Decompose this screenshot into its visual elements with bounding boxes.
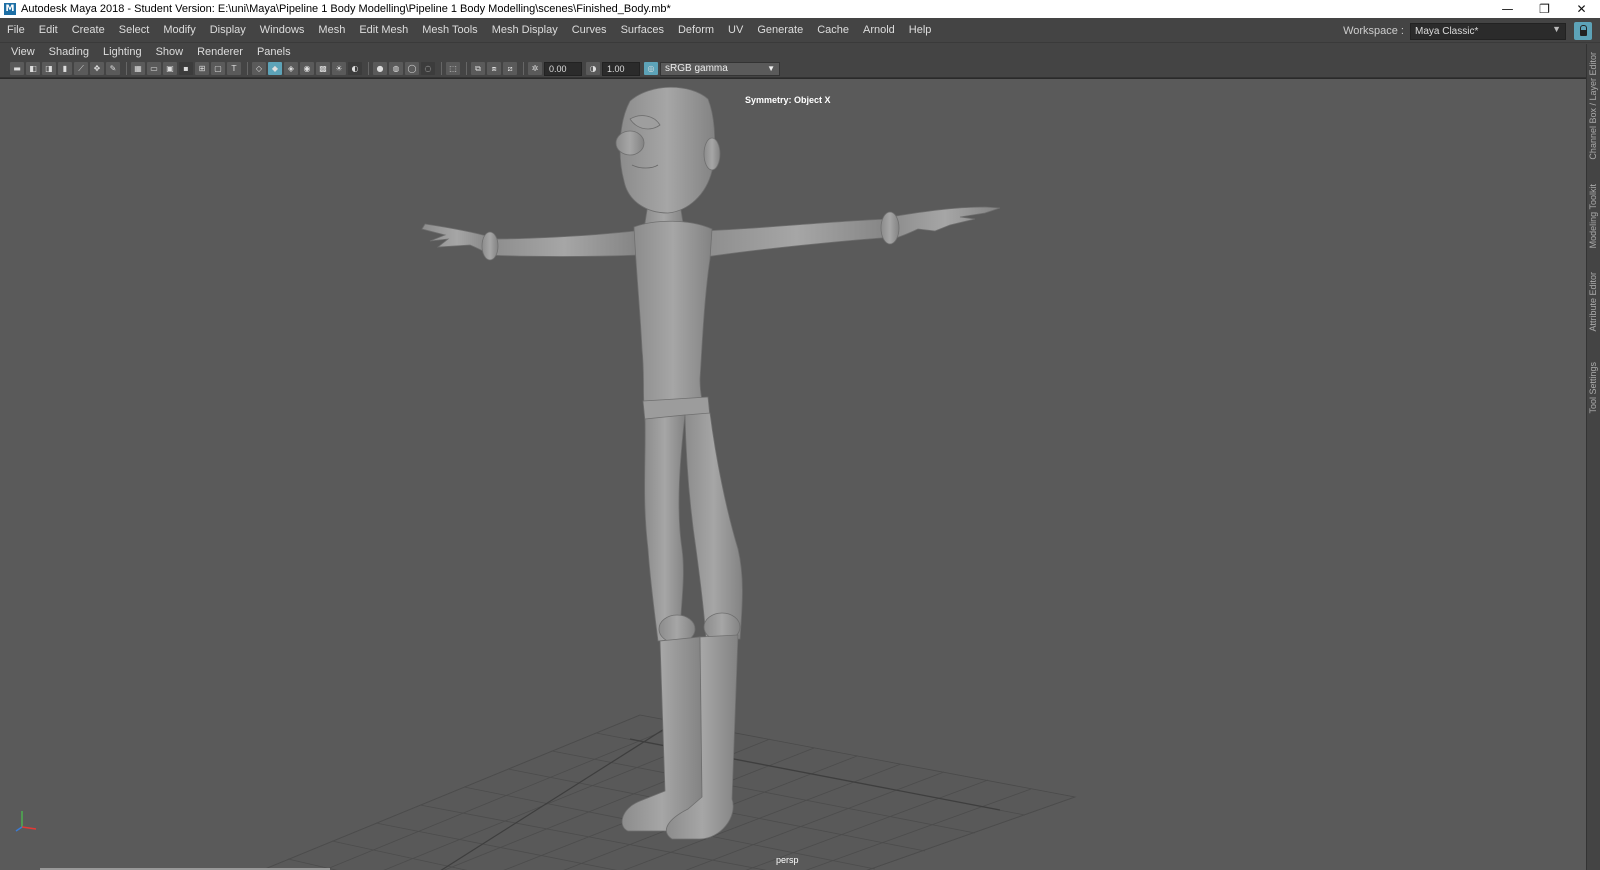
menu-windows[interactable]: Windows bbox=[253, 21, 312, 39]
workspace-dropdown[interactable]: Maya Classic* ▼ bbox=[1410, 22, 1566, 40]
minimize-button[interactable]: — bbox=[1489, 0, 1526, 18]
restore-button[interactable]: ❐ bbox=[1526, 0, 1563, 18]
chevron-down-icon: ▼ bbox=[1552, 23, 1561, 34]
panel-menu-renderer[interactable]: Renderer bbox=[190, 46, 250, 58]
gamma-field[interactable]: 1.00 bbox=[602, 61, 640, 76]
menu-arnold[interactable]: Arnold bbox=[856, 21, 902, 39]
panel-menu-lighting[interactable]: Lighting bbox=[96, 46, 149, 58]
menu-generate[interactable]: Generate bbox=[750, 21, 810, 39]
2d-pan-zoom-icon[interactable]: ✥ bbox=[90, 62, 104, 75]
tab-attribute-editor[interactable]: Attribute Editor bbox=[1588, 272, 1598, 332]
menu-file[interactable]: File bbox=[0, 21, 32, 39]
menu-create[interactable]: Create bbox=[65, 21, 112, 39]
panel-menu-view[interactable]: View bbox=[0, 46, 42, 58]
xray-active-icon[interactable]: ⧈ bbox=[487, 62, 501, 75]
menu-display[interactable]: Display bbox=[203, 21, 253, 39]
isolate-select-icon[interactable]: ⬚ bbox=[446, 62, 460, 75]
smooth-shade-icon[interactable]: ◆ bbox=[268, 62, 282, 75]
toolbar-divider bbox=[441, 62, 442, 75]
menu-select[interactable]: Select bbox=[112, 21, 157, 39]
menu-mesh-tools[interactable]: Mesh Tools bbox=[415, 21, 484, 39]
safe-title-icon[interactable]: T bbox=[227, 62, 241, 75]
view-axis-icon bbox=[15, 811, 37, 832]
toolbar-divider bbox=[126, 62, 127, 75]
shadows-icon[interactable]: ◐ bbox=[348, 62, 362, 75]
workspace-selector: Workspace : Maya Classic* ▼ bbox=[1343, 22, 1566, 40]
toolbar-divider bbox=[368, 62, 369, 75]
resolution-gate-icon[interactable]: ▣ bbox=[163, 62, 177, 75]
character-mesh bbox=[421, 86, 1001, 840]
anti-aliasing-icon[interactable]: ◯ bbox=[405, 62, 419, 75]
menu-modify[interactable]: Modify bbox=[156, 21, 202, 39]
view-transform-dropdown[interactable]: sRGB gamma ▼ bbox=[660, 61, 780, 76]
field-chart-icon[interactable]: ⊞ bbox=[195, 62, 209, 75]
select-camera-icon[interactable]: ▬ bbox=[10, 62, 24, 75]
wireframe-on-shaded-icon[interactable]: ◈ bbox=[284, 62, 298, 75]
camera-attributes-icon[interactable]: ◧ bbox=[26, 62, 40, 75]
menu-uv[interactable]: UV bbox=[721, 21, 750, 39]
panel-menu-panels[interactable]: Panels bbox=[250, 46, 298, 58]
screen-space-ao-icon[interactable]: ● bbox=[373, 62, 387, 75]
window-titlebar: M Autodesk Maya 2018 - Student Version: … bbox=[0, 0, 1600, 18]
toolbar-divider bbox=[466, 62, 467, 75]
menu-edit[interactable]: Edit bbox=[32, 21, 65, 39]
close-button[interactable]: ✕ bbox=[1563, 0, 1600, 18]
menu-curves[interactable]: Curves bbox=[565, 21, 614, 39]
backface-culling-icon[interactable]: ⧄ bbox=[503, 62, 517, 75]
grid-icon[interactable]: ▦ bbox=[131, 62, 145, 75]
toolbar-divider bbox=[247, 62, 248, 75]
lights-icon[interactable]: ☀ bbox=[332, 62, 346, 75]
tab-modeling-toolkit[interactable]: Modeling Toolkit bbox=[1588, 184, 1598, 248]
safe-action-icon[interactable]: ▢ bbox=[211, 62, 225, 75]
chevron-down-icon: ▼ bbox=[767, 64, 775, 73]
menu-help[interactable]: Help bbox=[902, 21, 939, 39]
grease-pencil-icon[interactable]: ✎ bbox=[106, 62, 120, 75]
workspace-label: Workspace : bbox=[1343, 25, 1404, 37]
motion-blur-icon[interactable]: ◍ bbox=[389, 62, 403, 75]
maya-logo-icon: M bbox=[4, 3, 16, 15]
wireframe-icon[interactable]: ◇ bbox=[252, 62, 266, 75]
panel-menu-shading[interactable]: Shading bbox=[42, 46, 96, 58]
gate-mask-icon[interactable]: ▪ bbox=[179, 62, 193, 75]
textured-icon[interactable]: ◉ bbox=[300, 62, 314, 75]
exposure-field[interactable]: 0.00 bbox=[544, 61, 582, 76]
panel-menu-show[interactable]: Show bbox=[149, 46, 191, 58]
camera-name-label: persp bbox=[776, 855, 799, 865]
bookmarks-icon[interactable]: ◨ bbox=[42, 62, 56, 75]
bookmark-icon[interactable]: ▮ bbox=[58, 62, 72, 75]
x-ray-icon[interactable]: ▩ bbox=[316, 62, 330, 75]
perspective-viewport[interactable]: Symmetry: Object X persp bbox=[0, 78, 1586, 870]
window-title: Autodesk Maya 2018 - Student Version: E:… bbox=[21, 3, 671, 15]
gamma-icon[interactable]: ◑ bbox=[586, 62, 600, 75]
lock-icon[interactable] bbox=[1574, 22, 1592, 40]
menu-surfaces[interactable]: Surfaces bbox=[614, 21, 671, 39]
toolbar-divider bbox=[523, 62, 524, 75]
symmetry-status: Symmetry: Object X bbox=[745, 95, 831, 105]
menu-deform[interactable]: Deform bbox=[671, 21, 721, 39]
menu-mesh-display[interactable]: Mesh Display bbox=[485, 21, 565, 39]
window-controls: — ❐ ✕ bbox=[1489, 0, 1600, 18]
menu-edit-mesh[interactable]: Edit Mesh bbox=[352, 21, 415, 39]
xray-joints-icon[interactable]: ⧉ bbox=[471, 62, 485, 75]
panel-menubar: View Shading Lighting Show Renderer Pane… bbox=[0, 44, 1586, 60]
menu-cache[interactable]: Cache bbox=[810, 21, 856, 39]
color-management-icon[interactable]: ◎ bbox=[644, 62, 658, 75]
menu-mesh[interactable]: Mesh bbox=[311, 21, 352, 39]
tab-tool-settings[interactable]: Tool Settings bbox=[1588, 362, 1598, 414]
exposure-icon[interactable]: ✲ bbox=[528, 62, 542, 75]
workspace-value: Maya Classic* bbox=[1415, 25, 1479, 37]
viewport-canvas bbox=[261, 86, 1077, 870]
film-gate-icon[interactable]: ▭ bbox=[147, 62, 161, 75]
tab-channel-box[interactable]: Channel Box / Layer Editor bbox=[1588, 52, 1598, 160]
panel-toolbar: ▬ ◧ ◨ ▮ ⟋ ✥ ✎ ▦ ▭ ▣ ▪ ⊞ ▢ T ◇ ◆ ◈ ◉ ▩ ☀ … bbox=[0, 60, 1586, 78]
view-transform-value: sRGB gamma bbox=[665, 63, 728, 74]
depth-of-field-icon[interactable]: ◌ bbox=[421, 62, 435, 75]
image-plane-icon[interactable]: ⟋ bbox=[74, 62, 88, 75]
right-dock-tabs: Channel Box / Layer Editor Modeling Tool… bbox=[1586, 44, 1600, 870]
